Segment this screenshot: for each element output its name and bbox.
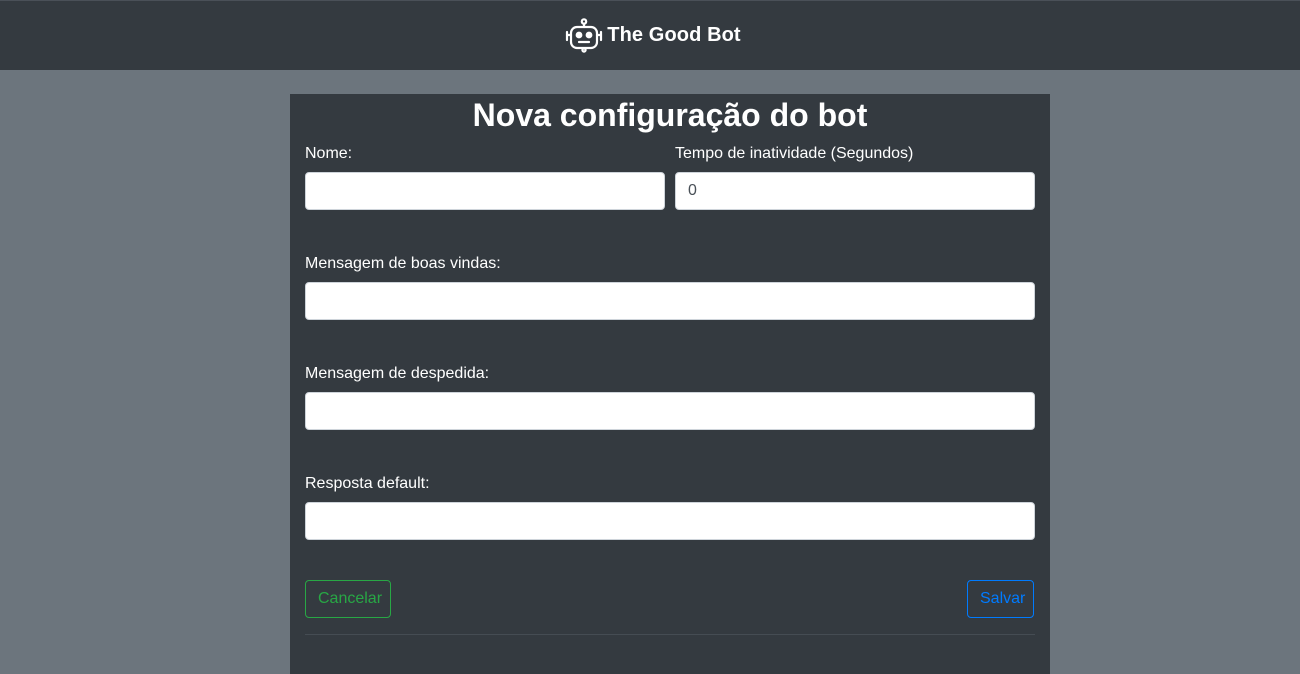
name-label: Nome: <box>305 145 353 162</box>
inactivity-label: Tempo de inatividade (Segundos) <box>675 145 914 162</box>
cancel-button[interactable]: Cancelar <box>305 580 391 618</box>
default-reply-input[interactable] <box>305 502 1035 540</box>
welcome-message-input[interactable] <box>305 282 1035 320</box>
welcome-message-label: Mensagem de boas vindas: <box>305 255 501 272</box>
default-reply-label: Resposta default: <box>305 475 430 492</box>
name-input[interactable] <box>305 172 665 210</box>
brand-link[interactable]: The Good Bot <box>565 17 741 54</box>
brand-name: The Good Bot <box>607 24 741 46</box>
farewell-message-input[interactable] <box>305 392 1035 430</box>
page-title: Nova configuração do bot <box>472 97 868 133</box>
robot-icon <box>565 17 603 54</box>
save-button[interactable]: Salvar <box>967 580 1034 618</box>
inactivity-input[interactable] <box>675 172 1035 210</box>
navbar: The Good Bot <box>0 0 1300 70</box>
farewell-message-label: Mensagem de despedida: <box>305 365 490 382</box>
form-footer-divider <box>305 634 1035 635</box>
